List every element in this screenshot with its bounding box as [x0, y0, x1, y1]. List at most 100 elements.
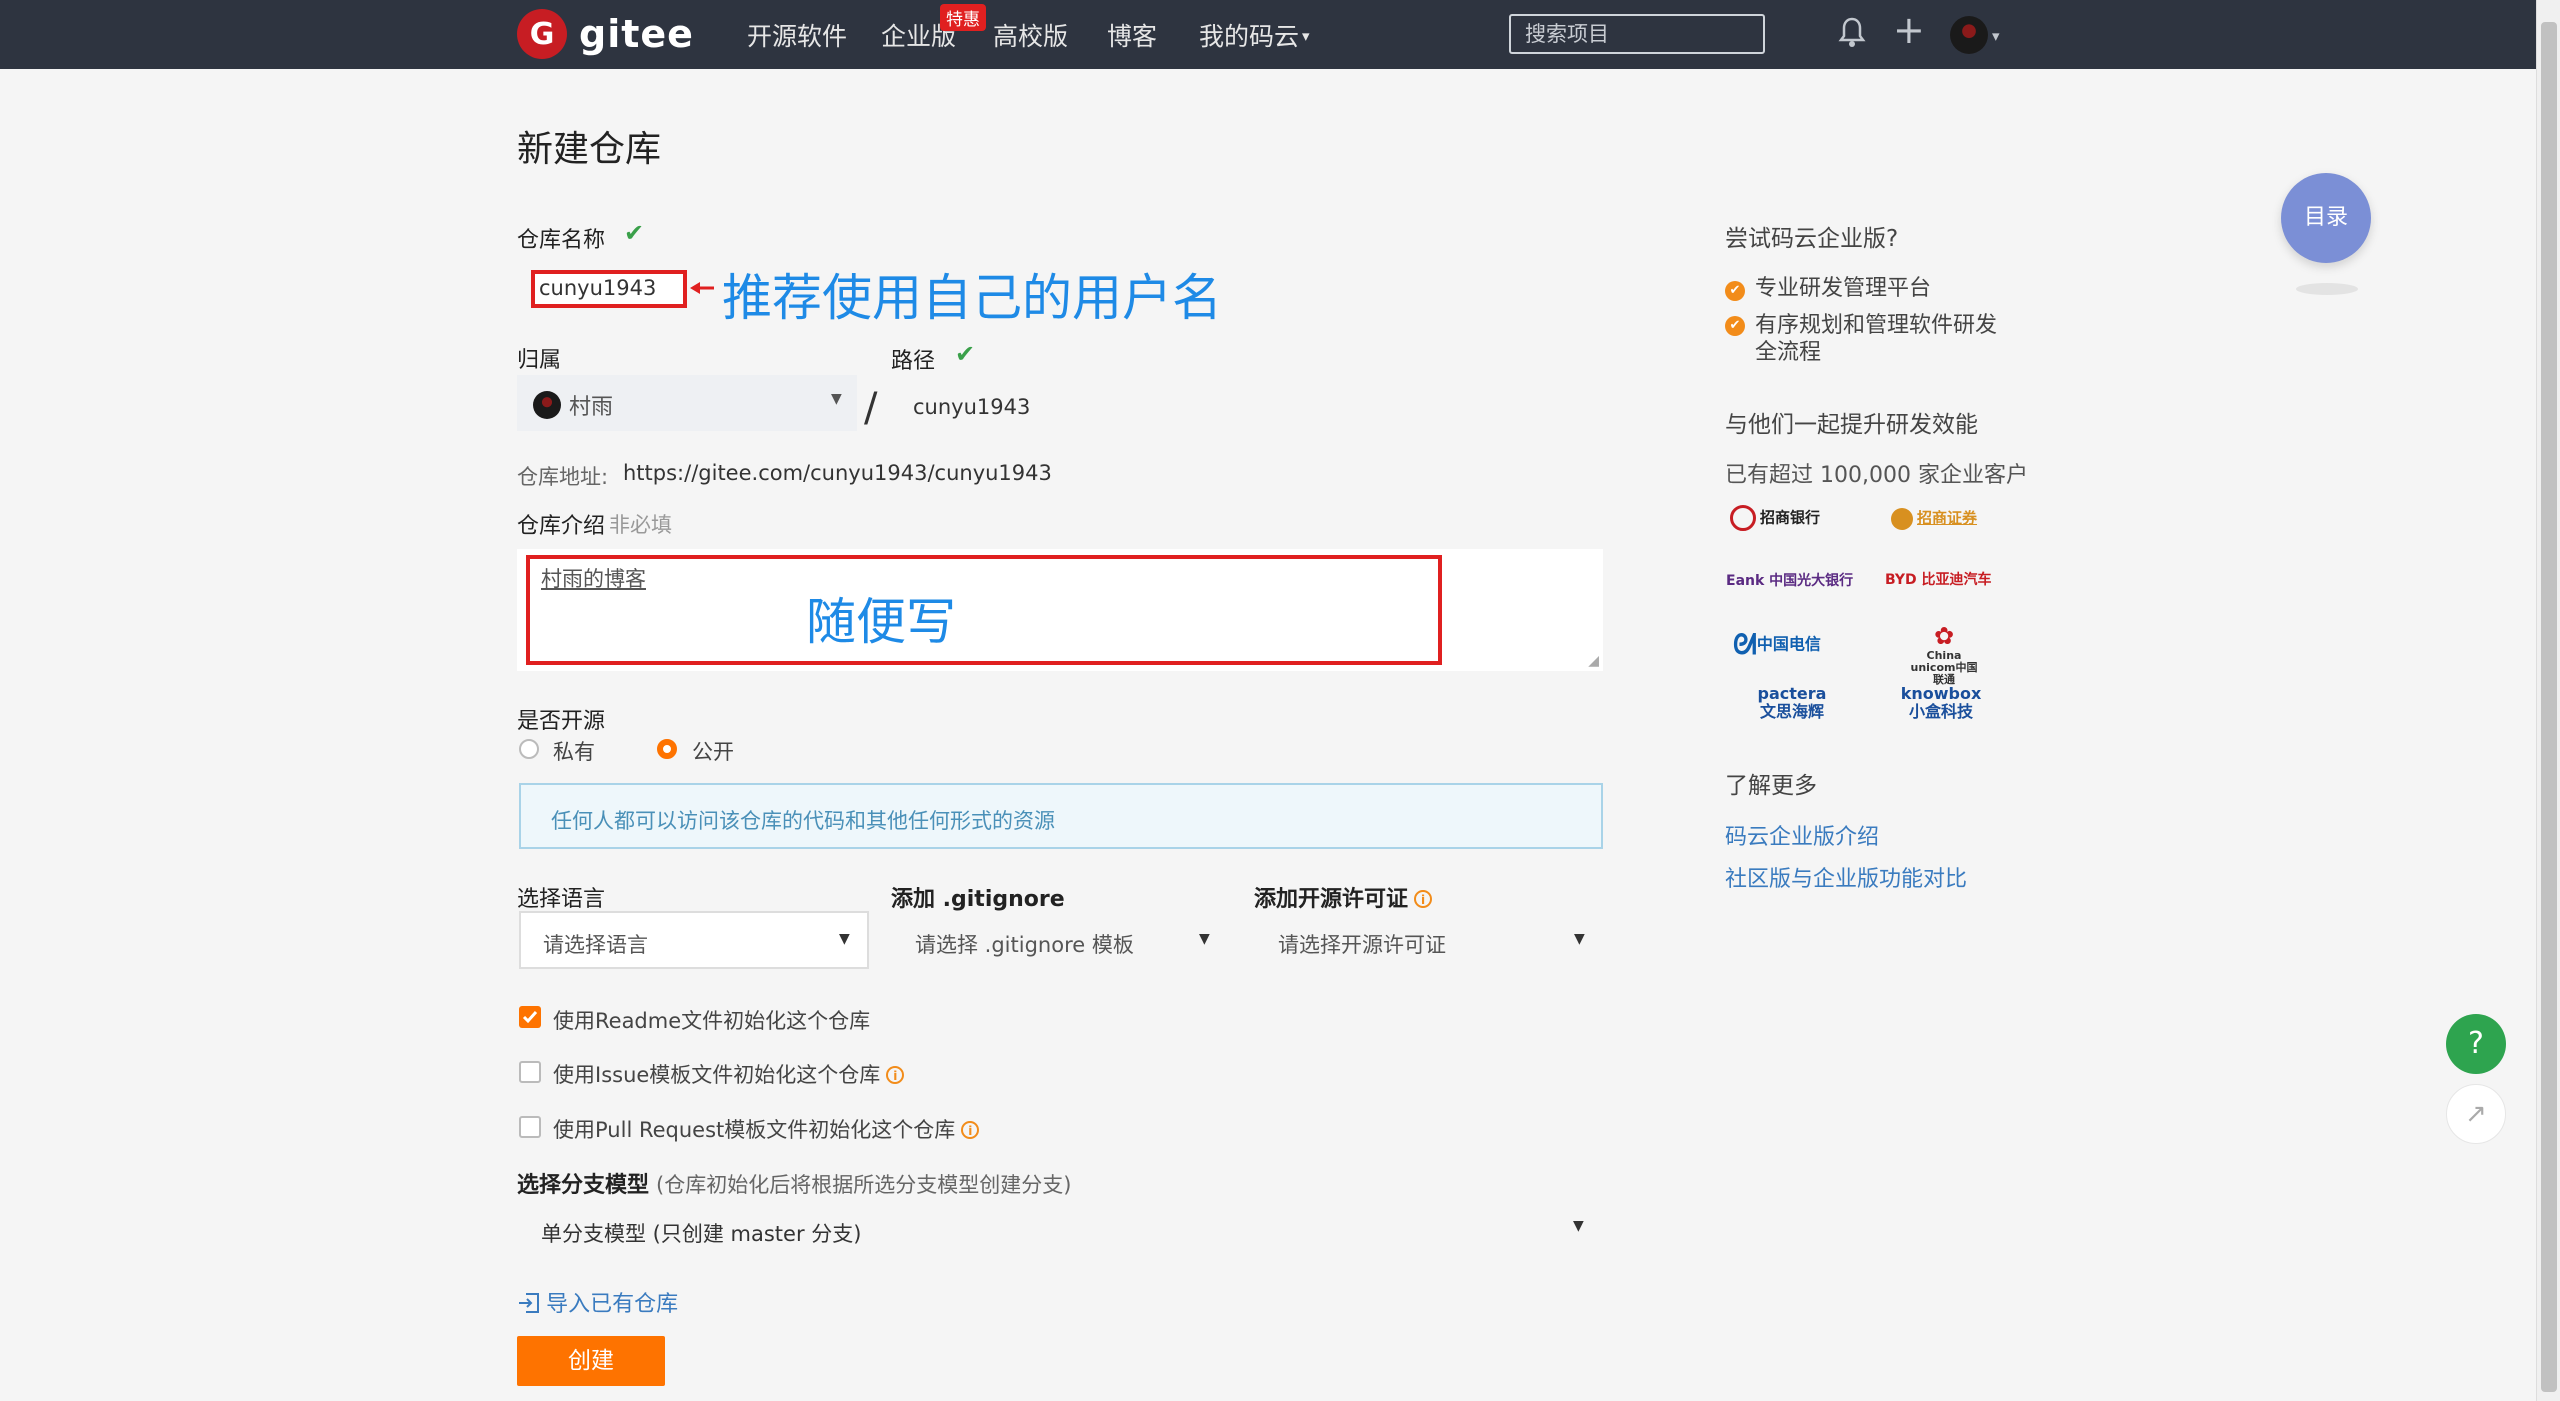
issue-template-checkbox[interactable]	[519, 1061, 541, 1083]
search-input[interactable]: 搜索项目	[1509, 14, 1765, 54]
language-chevron-down-icon: ▼	[839, 931, 850, 947]
issue-template-label: 使用Issue模板文件初始化这个仓库	[553, 1063, 881, 1087]
public-radio[interactable]	[657, 739, 677, 759]
china-unicom-icon: ✿	[1933, 622, 1955, 650]
private-radio[interactable]	[519, 739, 539, 759]
readme-label: 使用Readme文件初始化这个仓库	[553, 1009, 871, 1033]
gitignore-select[interactable]: 请选择 .gitignore 模板 ▼	[891, 911, 1221, 969]
language-placeholder: 请选择语言	[543, 933, 648, 957]
sidebar-link-enterprise-intro[interactable]: 码云企业版介绍	[1725, 819, 1879, 851]
logo-china-telecom-text: 中国电信	[1756, 634, 1821, 654]
license-placeholder: 请选择开源许可证	[1278, 933, 1446, 957]
avatar[interactable]	[1950, 16, 1988, 54]
sidebar-link-compare[interactable]: 社区版与企业版功能对比	[1725, 861, 1967, 893]
path-label: 路径	[891, 349, 936, 374]
nav-blog[interactable]: 博客	[1107, 0, 1157, 69]
hot-badge: 特惠	[940, 4, 986, 31]
import-repo-link[interactable]: 导入已有仓库	[517, 1286, 678, 1318]
pr-template-row: 使用Pull Request模板文件初始化这个仓库 i	[553, 1114, 980, 1144]
edit-float-button[interactable]: ↗	[2446, 1084, 2506, 1144]
owner-chevron-down-icon: ▼	[831, 391, 842, 407]
logo-pactera: pactera 文思海辉	[1757, 684, 1827, 721]
sidebar-feature-2-label: 有序规划和管理软件研发全流程	[1755, 313, 1998, 365]
gitignore-chevron-down-icon: ▼	[1199, 931, 1210, 947]
sidebar-feature-1-label: 专业研发管理平台	[1755, 276, 1932, 301]
owner-label: 归属	[517, 348, 562, 373]
issue-info-icon[interactable]: i	[886, 1066, 905, 1084]
intro-label: 仓库介绍	[517, 514, 606, 539]
help-float-button[interactable]: ?	[2446, 1014, 2506, 1074]
license-chevron-down-icon: ▼	[1574, 931, 1585, 947]
chevron-down-icon: ▾	[1302, 27, 1310, 45]
license-label-text: 添加开源许可证	[1254, 887, 1409, 912]
plus-icon[interactable]: +	[1893, 11, 1925, 49]
top-navbar: G gitee 开源软件 企业版 特惠 高校版 博客 我的码云 ▾ 搜索项目 +…	[0, 0, 2536, 69]
sidebar-feature-2: ✔ 有序规划和管理软件研发全流程	[1725, 312, 2015, 366]
private-label: 私有	[553, 740, 595, 764]
logo-byd: BYD 比亚迪汽车	[1885, 572, 1992, 588]
toc-float-button[interactable]: 目录	[2281, 173, 2371, 263]
readme-checkbox[interactable]	[519, 1006, 541, 1028]
avatar-chevron-down-icon[interactable]: ▾	[1992, 27, 2000, 45]
language-select[interactable]: 请选择语言 ▼	[519, 911, 869, 969]
nav-open-source[interactable]: 开源软件	[747, 0, 847, 69]
branch-chevron-down-icon: ▼	[1573, 1218, 1584, 1234]
pr-template-checkbox[interactable]	[519, 1116, 541, 1138]
branch-model-row: 选择分支模型 (仓库初始化后将根据所选分支模型创建分支)	[517, 1167, 1071, 1199]
repo-url-value: https://gitee.com/cunyu1943/cunyu1943	[623, 461, 1052, 485]
license-select[interactable]: 请选择开源许可证 ▼	[1254, 911, 1604, 969]
sidebar-together-title: 与他们一起提升研发效能	[1725, 412, 1978, 438]
logo-china-telecom: ᘛ中国电信	[1733, 628, 1821, 662]
pr-info-icon[interactable]: i	[961, 1121, 980, 1139]
public-label: 公开	[692, 740, 734, 764]
import-repo-label: 导入已有仓库	[546, 1292, 679, 1317]
gitignore-label: 添加 .gitignore	[891, 887, 1065, 912]
logo-cmb-text: 招商银行	[1760, 508, 1821, 527]
logo-ceb: Eank 中国光大银行	[1726, 573, 1854, 589]
branch-model-select[interactable]: 单分支模型 (只创建 master 分支) ▼	[517, 1210, 1603, 1252]
annotation-box-repo-name	[531, 270, 687, 308]
scrollbar-thumb[interactable]	[2541, 22, 2557, 1392]
open-source-label: 是否开源	[517, 709, 606, 734]
repo-url-label: 仓库地址:	[517, 465, 609, 489]
owner-avatar	[533, 391, 561, 419]
annotation-box-intro	[526, 555, 1442, 665]
bell-icon[interactable]	[1838, 16, 1866, 60]
logo-knowbox: knowbox 小盒科技	[1900, 684, 1982, 721]
gitee-logo-icon: G	[517, 9, 567, 59]
public-notice-text: 任何人都可以访问该仓库的代码和其他任何形式的资源	[551, 809, 1055, 833]
license-label: 添加开源许可证 i	[1254, 881, 1433, 913]
branch-model-hint: (仓库初始化后将根据所选分支模型创建分支)	[656, 1173, 1072, 1197]
owner-select[interactable]: 村雨 ▼	[517, 375, 857, 431]
annotation-write-anything: 随便写	[806, 593, 956, 651]
annotation-username-tip: 推荐使用自己的用户名	[722, 269, 1222, 327]
path-input[interactable]: cunyu1943	[913, 395, 1030, 419]
branch-model-label: 选择分支模型	[517, 1173, 650, 1198]
page-title: 新建仓库	[517, 129, 662, 170]
repo-name-label: 仓库名称	[517, 228, 606, 253]
scrollbar[interactable]	[2536, 0, 2560, 1401]
sidebar-try-title: 尝试码云企业版?	[1725, 226, 1899, 252]
repo-name-check-icon: ✔	[624, 219, 645, 247]
nav-university[interactable]: 高校版	[993, 0, 1068, 69]
logo-cmb: 招商银行	[1730, 505, 1820, 531]
logo-cmbc-securities: 招商证券	[1891, 507, 1977, 530]
create-button[interactable]: 创建	[517, 1336, 665, 1386]
toc-shadow	[2296, 283, 2358, 295]
gitee-logo[interactable]: G gitee	[517, 9, 694, 59]
owner-value: 村雨	[569, 395, 614, 420]
resize-handle-icon[interactable]: ◢	[1588, 653, 1599, 669]
sidebar-feature-1: ✔ 专业研发管理平台	[1725, 270, 1931, 302]
logo-cmbc-text: 招商证券	[1917, 509, 1978, 527]
sidebar-learn-title: 了解更多	[1725, 773, 1817, 799]
path-check-icon: ✔	[955, 340, 976, 368]
nav-my-gitee[interactable]: 我的码云	[1199, 0, 1299, 69]
logo-china-unicom-text: China unicom中国联通	[1910, 649, 1978, 686]
sidebar-customers-text: 已有超过 100,000 家企业客户	[1725, 463, 2028, 488]
logo-china-unicom: ✿ China unicom中国联通	[1909, 622, 1979, 686]
license-info-icon[interactable]: i	[1414, 890, 1433, 908]
branch-model-value: 单分支模型 (只创建 master 分支)	[541, 1222, 862, 1246]
issue-template-row: 使用Issue模板文件初始化这个仓库 i	[553, 1059, 905, 1089]
intro-optional-hint: 非必填	[609, 513, 672, 537]
orange-check-icon: ✔	[1725, 316, 1745, 336]
